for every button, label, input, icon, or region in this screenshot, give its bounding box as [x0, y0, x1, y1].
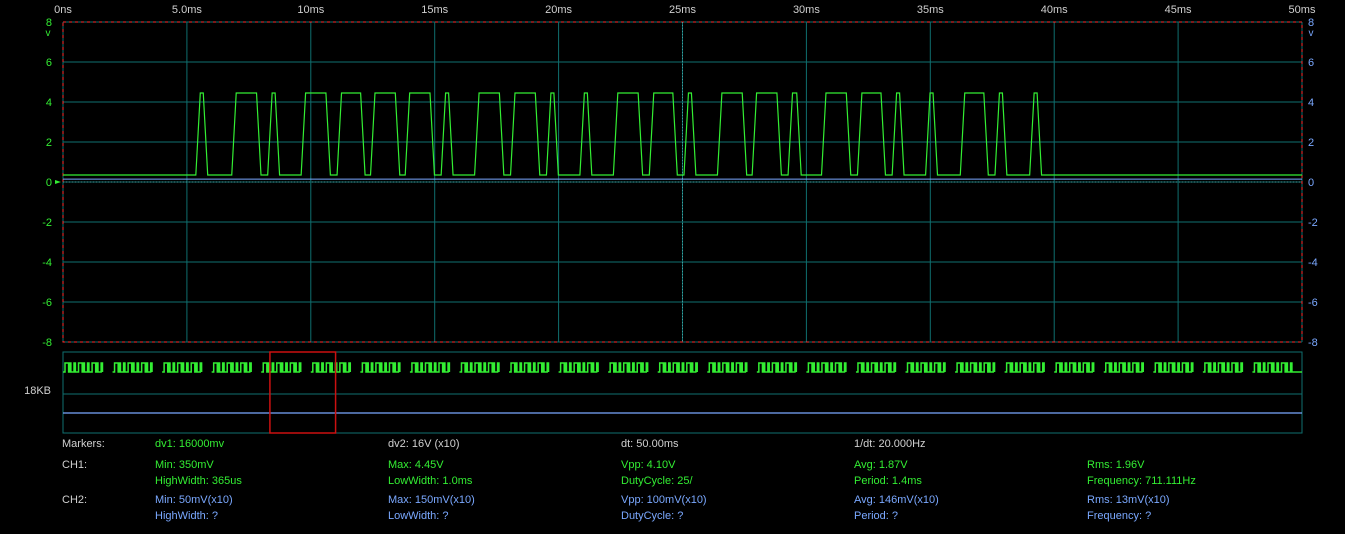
y-tick-label-right: -4 — [1308, 257, 1318, 269]
ch1-rms: Rms: 1.96V — [1087, 459, 1145, 471]
ch1-min: Min: 350mV — [155, 459, 214, 471]
ch2-min: Min: 50mV(x10) — [155, 494, 233, 506]
y-tick-label-right: 6 — [1308, 57, 1314, 69]
y-tick-label-left: -2 — [42, 217, 52, 229]
ch1-max: Max: 4.45V — [388, 459, 444, 471]
x-tick-label: 20ms — [545, 4, 572, 16]
x-tick-label: 10ms — [297, 4, 324, 16]
y-tick-label-right: -8 — [1308, 337, 1318, 349]
y-tick-label-right: -6 — [1308, 297, 1318, 309]
ch2-frequency: Frequency: ? — [1087, 510, 1152, 522]
ch2-max: Max: 150mV(x10) — [388, 494, 475, 506]
ch2-rms: Rms: 13mV(x10) — [1087, 494, 1170, 506]
ch2-high-width: HighWidth: ? — [155, 510, 218, 522]
x-tick-label: 35ms — [917, 4, 944, 16]
marker-dt: dt: 50.00ms — [621, 438, 679, 450]
x-tick-label: 5.0ms — [172, 4, 202, 16]
ch1-avg: Avg: 1.87V — [854, 459, 908, 471]
ch2-period: Period: ? — [854, 510, 899, 522]
ch2-low-width: LowWidth: ? — [388, 510, 449, 522]
ch1-low-width: LowWidth: 1.0ms — [388, 475, 473, 487]
y-tick-label-right: 4 — [1308, 97, 1314, 109]
x-tick-label: 15ms — [421, 4, 448, 16]
x-tick-label: 50ms — [1289, 4, 1316, 16]
ch1-period: Period: 1.4ms — [854, 475, 922, 487]
y-unit-label-right: v — [1309, 28, 1314, 39]
markers-label: Markers: — [62, 438, 105, 450]
x-tick-label: 25ms — [669, 4, 696, 16]
y-tick-label-left: 2 — [46, 137, 52, 149]
ch2-vpp: Vpp: 100mV(x10) — [621, 494, 707, 506]
ch2-avg: Avg: 146mV(x10) — [854, 494, 939, 506]
marker-inv-dt: 1/dt: 20.000Hz — [854, 438, 926, 450]
y-tick-label-right: -2 — [1308, 217, 1318, 229]
x-tick-label: 45ms — [1165, 4, 1192, 16]
ch2-label: CH2: — [62, 494, 88, 506]
scope-background — [0, 0, 1345, 534]
y-unit-label-left: v — [46, 28, 51, 39]
x-tick-label: 0ns — [54, 4, 72, 16]
y-tick-label-right: 2 — [1308, 137, 1314, 149]
ch2-duty-cycle: DutyCycle: ? — [621, 510, 684, 522]
ch1-duty-cycle: DutyCycle: 25/ — [621, 475, 693, 487]
ch1-label: CH1: — [62, 459, 88, 471]
ch1-high-width: HighWidth: 365us — [155, 475, 242, 487]
ch1-frequency: Frequency: 711.111Hz — [1087, 475, 1196, 487]
marker-dv2: dv2: 16V (x10) — [388, 438, 460, 450]
x-tick-label: 40ms — [1041, 4, 1068, 16]
y-tick-label-left: -8 — [42, 337, 52, 349]
y-tick-label-left: -4 — [42, 257, 52, 269]
y-tick-label-left: 6 — [46, 57, 52, 69]
y-tick-label-left: 4 — [46, 97, 52, 109]
oscilloscope-display[interactable]: 0ns 5.0ms 10ms 15ms 20ms 25ms 30ms 35ms 40ms 45ms… — [0, 0, 1345, 534]
x-tick-label: 30ms — [793, 4, 820, 16]
y-tick-label-left: -6 — [42, 297, 52, 309]
marker-dv1: dv1: 16000mv — [155, 438, 225, 450]
overview-size-label: 18KB — [24, 385, 51, 397]
y-tick-label-left: 0 — [46, 177, 52, 189]
y-tick-label-right: 0 — [1308, 177, 1314, 189]
ch1-vpp: Vpp: 4.10V — [621, 459, 676, 471]
